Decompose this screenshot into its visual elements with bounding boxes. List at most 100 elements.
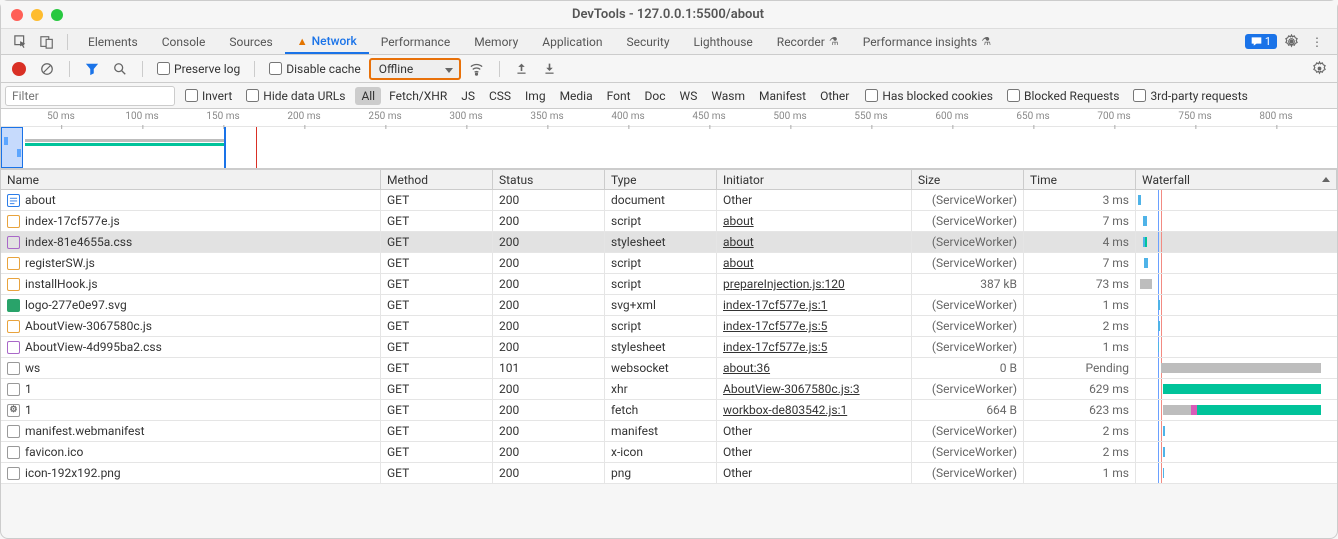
disable-cache-checkbox[interactable]: Disable cache [265,62,365,76]
type-filter-js[interactable]: JS [455,87,481,105]
table-row[interactable]: wsGET101websocketabout:360 BPending [1,358,1337,379]
type-filter-doc[interactable]: Doc [639,87,672,105]
request-name: 1 [25,403,32,417]
tab-performance-insights[interactable]: Performance insights⚗ [851,30,1003,53]
col-waterfall[interactable]: Waterfall [1136,170,1337,189]
initiator-link[interactable]: prepareInjection.js:120 [723,277,845,291]
more-icon[interactable]: ⋮ [1305,32,1329,52]
clear-button[interactable] [35,58,59,80]
tab-lighthouse[interactable]: Lighthouse [682,30,765,53]
close-window-button[interactable] [11,9,23,21]
type-filter-manifest[interactable]: Manifest [753,87,812,105]
upload-har-icon[interactable] [510,58,534,80]
timeline-selection[interactable] [1,127,23,168]
request-name: index-17cf577e.js [25,214,120,228]
messages-badge[interactable]: 1 [1245,34,1277,49]
type-filter-font[interactable]: Font [601,87,637,105]
blocked-requests-checkbox[interactable]: Blocked Requests [1003,89,1123,103]
request-name: installHook.js [25,277,98,291]
table-row[interactable]: installHook.jsGET200scriptprepareInjecti… [1,274,1337,295]
initiator-link[interactable]: about [723,235,754,249]
table-row[interactable]: 1GET200xhrAboutView-3067580c.js:3(Servic… [1,379,1337,400]
third-party-checkbox[interactable]: 3rd-party requests [1129,89,1251,103]
table-row[interactable]: manifest.webmanifestGET200manifestOther(… [1,421,1337,442]
initiator-link[interactable]: about:36 [723,361,770,375]
table-row[interactable]: AboutView-4d995ba2.cssGET200stylesheetin… [1,337,1337,358]
table-row[interactable]: index-17cf577e.jsGET200scriptabout(Servi… [1,211,1337,232]
invert-checkbox[interactable]: Invert [181,89,236,103]
type-filter-other[interactable]: Other [814,87,855,105]
tab-security[interactable]: Security [615,30,682,53]
initiator-link[interactable]: AboutView-3067580c.js:3 [723,382,860,396]
table-row[interactable]: registerSW.jsGET200scriptabout(ServiceWo… [1,253,1337,274]
initiator-link[interactable]: index-17cf577e.js:1 [723,298,827,312]
table-row[interactable]: icon-192x192.pngGET200pngOther(ServiceWo… [1,463,1337,484]
table-row[interactable]: AboutView-3067580c.jsGET200scriptindex-1… [1,316,1337,337]
throttling-select[interactable]: Offline [369,58,461,80]
col-method[interactable]: Method [381,170,493,189]
zoom-window-button[interactable] [51,9,63,21]
initiator-link[interactable]: index-17cf577e.js:5 [723,319,827,333]
filter-toggle-icon[interactable] [80,58,104,80]
inspect-element-icon[interactable] [9,32,33,52]
filter-input[interactable] [5,86,175,106]
minimize-window-button[interactable] [31,9,43,21]
table-row[interactable]: aboutGET200documentOther(ServiceWorker)3… [1,190,1337,211]
tab-memory[interactable]: Memory [462,30,530,53]
type-filter-media[interactable]: Media [554,87,599,105]
css-file-icon [7,341,20,354]
hide-data-urls-checkbox[interactable]: Hide data URLs [242,89,349,103]
waterfall-cell [1136,211,1337,231]
other-file-icon [7,425,20,438]
initiator-link[interactable]: about [723,256,754,270]
request-name: icon-192x192.png [25,466,121,480]
record-button[interactable] [7,58,31,80]
table-row[interactable]: ⚙1GET200fetchworkbox-de803542.js:1664 B6… [1,400,1337,421]
wifi-icon[interactable] [465,58,489,80]
col-initiator[interactable]: Initiator [717,170,912,189]
ruler-tick: 50 ms [47,111,75,122]
network-toolbar: Preserve log Disable cache Offline [1,55,1337,83]
col-name[interactable]: Name [1,170,381,189]
tab-network[interactable]: ▲Network [285,30,369,54]
img-file-icon [7,299,20,312]
type-filter-fetch-xhr[interactable]: Fetch/XHR [383,87,453,105]
ruler-tick: 100 ms [125,111,158,122]
col-size[interactable]: Size [912,170,1024,189]
preserve-log-checkbox[interactable]: Preserve log [153,62,244,76]
col-type[interactable]: Type [605,170,717,189]
tab-console[interactable]: Console [150,30,218,53]
table-row[interactable]: logo-277e0e97.svgGET200svg+xmlindex-17cf… [1,295,1337,316]
doc-file-icon [7,194,20,207]
initiator-link[interactable]: index-17cf577e.js:5 [723,340,827,354]
type-filter-all[interactable]: All [355,87,381,105]
has-blocked-cookies-checkbox[interactable]: Has blocked cookies [861,89,997,103]
type-filter-css[interactable]: CSS [483,87,517,105]
download-har-icon[interactable] [538,58,562,80]
ruler-tick: 250 ms [368,111,401,122]
type-filter-img[interactable]: Img [519,87,552,105]
network-settings-icon[interactable] [1307,58,1331,80]
tab-recorder[interactable]: Recorder⚗ [765,30,851,53]
request-name: AboutView-4d995ba2.css [25,340,162,354]
request-name: manifest.webmanifest [25,424,145,438]
tab-sources[interactable]: Sources [217,30,284,53]
tab-performance[interactable]: Performance [369,30,462,53]
col-status[interactable]: Status [493,170,605,189]
device-toolbar-icon[interactable] [35,32,59,52]
type-filter-wasm[interactable]: Wasm [705,87,751,105]
settings-icon[interactable] [1279,32,1303,52]
tab-elements[interactable]: Elements [76,30,150,53]
search-icon[interactable] [108,58,132,80]
timeline-overview[interactable]: 50 ms100 ms150 ms200 ms250 ms300 ms350 m… [1,109,1337,169]
initiator-link[interactable]: about [723,214,754,228]
tab-application[interactable]: Application [530,30,614,53]
type-filter-ws[interactable]: WS [674,87,704,105]
js-file-icon [7,215,20,228]
initiator-link[interactable]: workbox-de803542.js:1 [723,403,847,417]
table-row[interactable]: index-81e4655a.cssGET200stylesheetabout(… [1,232,1337,253]
col-time[interactable]: Time [1024,170,1136,189]
waterfall-cell [1136,232,1337,252]
table-header: Name Method Status Type Initiator Size T… [1,169,1337,190]
table-row[interactable]: favicon.icoGET200x-iconOther(ServiceWork… [1,442,1337,463]
